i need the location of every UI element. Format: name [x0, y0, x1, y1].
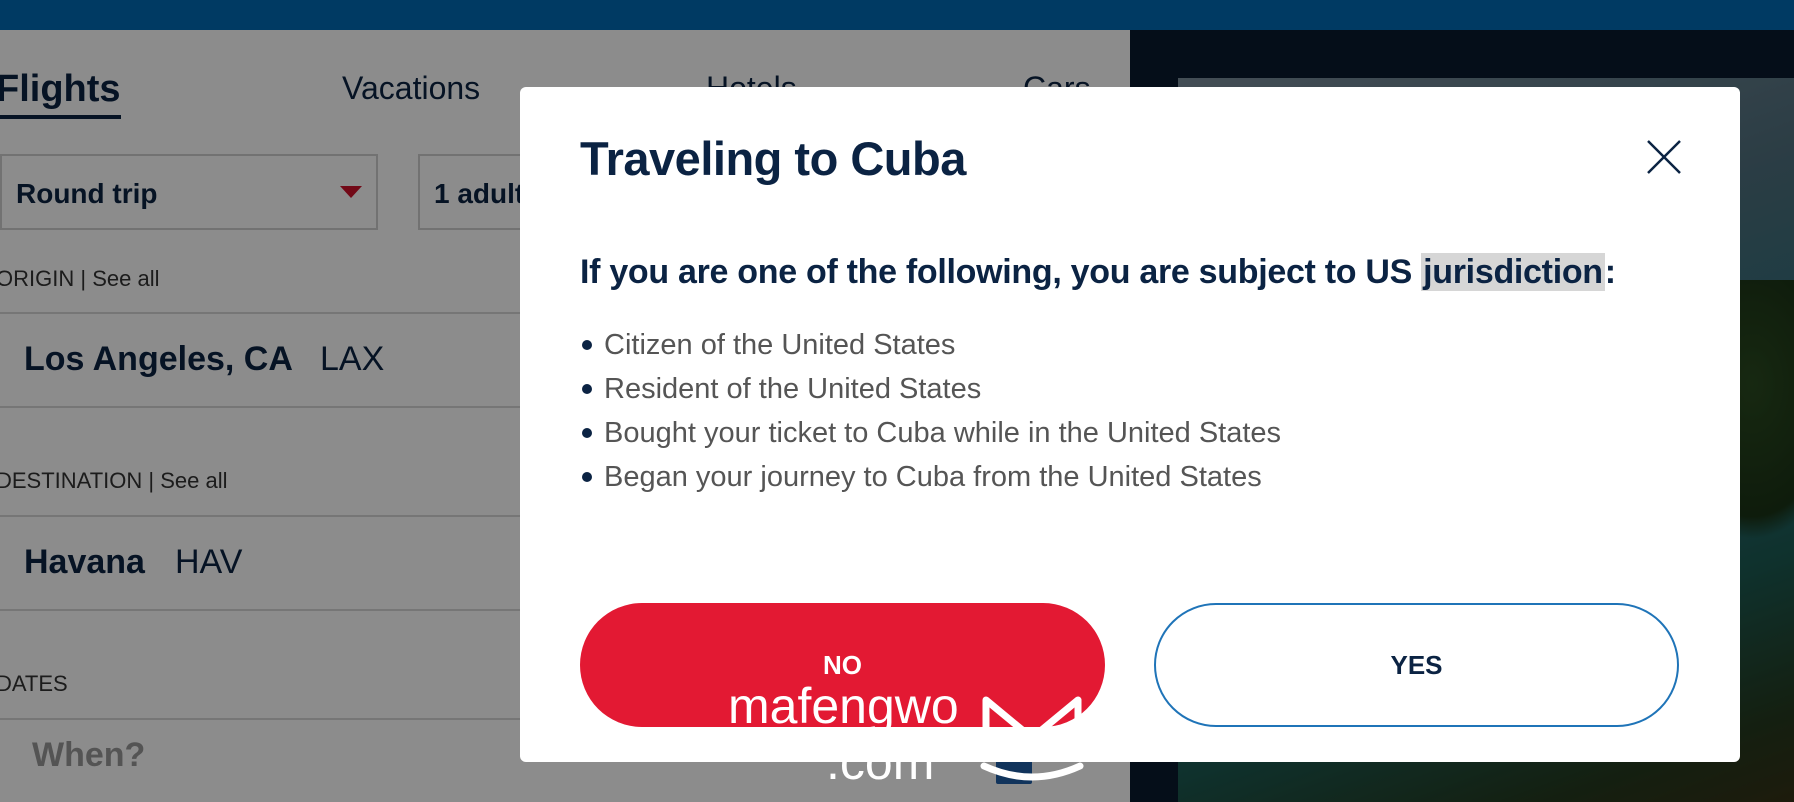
- dialog-question: If you are one of the following, you are…: [580, 253, 1616, 292]
- question-colon: :: [1604, 253, 1616, 291]
- close-icon[interactable]: [1644, 137, 1684, 177]
- mafengwo-logo-icon: [980, 696, 1084, 781]
- watermark-text: mafengwo: [728, 678, 959, 734]
- question-text: If you are one of the following, you are…: [580, 253, 1422, 291]
- top-nav-bar: [0, 0, 1794, 30]
- list-item: Bought your ticket to Cuba while in the …: [580, 411, 1281, 455]
- list-item: Began your journey to Cuba from the Unit…: [580, 455, 1281, 499]
- watermark-domain: .com: [826, 734, 935, 790]
- cuba-travel-dialog: Traveling to Cuba If you are one of the …: [520, 87, 1740, 762]
- jurisdiction-list: Citizen of the United States Resident of…: [580, 323, 1281, 499]
- highlighted-word: jurisdiction: [1421, 253, 1605, 291]
- list-item: Citizen of the United States: [580, 323, 1281, 367]
- yes-button[interactable]: YES: [1154, 603, 1679, 727]
- dialog-title: Traveling to Cuba: [580, 132, 966, 185]
- list-item: Resident of the United States: [580, 367, 1281, 411]
